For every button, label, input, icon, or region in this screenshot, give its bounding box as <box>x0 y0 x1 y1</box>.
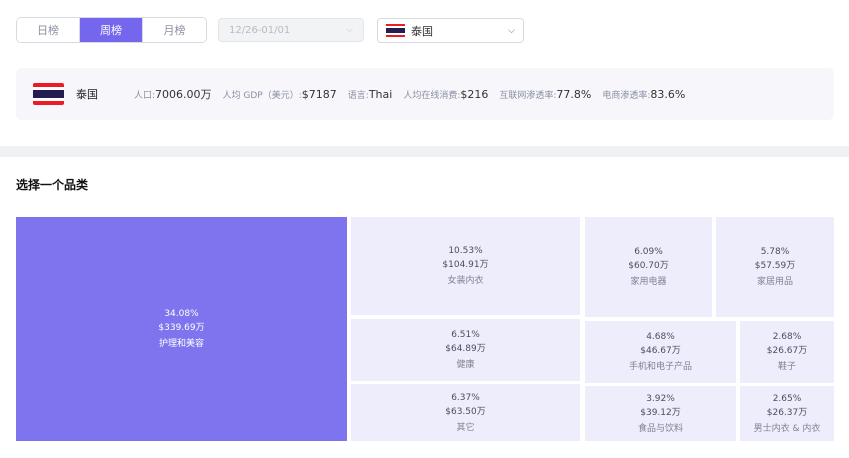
tile-value: $104.91万 <box>442 260 489 270</box>
tile-percent: 2.65% <box>772 393 802 404</box>
tile-percent: 3.92% <box>646 393 675 404</box>
tab-daily[interactable]: 日榜 <box>17 18 80 42</box>
stat-label: 语言: <box>347 90 369 101</box>
stat-value: $7187 <box>301 87 337 101</box>
tile-percent: 34.08% <box>164 309 199 319</box>
tile-category: 健康 <box>456 360 475 370</box>
tile-category: 女装内衣 <box>447 276 484 286</box>
section-divider <box>0 146 849 157</box>
tile-value: $26.67万 <box>766 346 808 356</box>
thailand-flag-icon <box>386 24 405 37</box>
treemap-tile-electronics[interactable]: 4.68% $46.67万 手机和电子产品 <box>585 321 736 383</box>
tile-value: $64.89万 <box>445 344 486 354</box>
stat-label: 电商渗透率: <box>602 90 651 101</box>
stat-language: 语言:Thai <box>348 88 393 101</box>
stat-internet-penetration: 互联网渗透率:77.8% <box>499 88 591 101</box>
tile-percent: 4.68% <box>646 332 675 342</box>
tab-weekly[interactable]: 周榜 <box>80 18 143 42</box>
tile-value: $60.70万 <box>628 261 669 271</box>
country-name: 泰国 <box>76 88 98 101</box>
tile-value: $63.50万 <box>445 406 486 417</box>
stat-value: $216 <box>460 87 489 101</box>
treemap-tile-food-beverage[interactable]: 3.92% $39.12万 食品与饮料 <box>585 386 736 441</box>
tile-category: 男士内衣 & 内衣 <box>753 423 821 434</box>
date-range-value: 12/26-01/01 <box>229 24 291 36</box>
treemap-tile-health[interactable]: 6.51% $64.89万 健康 <box>351 319 580 381</box>
treemap-tile-womens-clothing[interactable]: 10.53% $104.91万 女装内衣 <box>351 217 580 315</box>
tile-category: 其它 <box>456 422 475 433</box>
tile-category: 食品与饮料 <box>637 423 683 434</box>
chevron-down-icon: ⌵ <box>346 25 353 35</box>
tile-value: $39.12万 <box>640 407 681 418</box>
tile-category: 家用电器 <box>630 277 667 287</box>
treemap-tile-home-goods[interactable]: 5.78% $57.59万 家居用品 <box>716 217 834 317</box>
period-tabs: 日榜 周榜 月榜 <box>16 17 207 43</box>
tile-percent: 6.09% <box>634 247 663 257</box>
stat-label: 人均 GDP（美元）: <box>222 90 302 101</box>
treemap-tile-home-appliances[interactable]: 6.09% $60.70万 家用电器 <box>585 217 712 317</box>
tile-percent: 2.68% <box>772 332 802 342</box>
stat-value: 83.6% <box>650 87 686 101</box>
tile-value: $57.59万 <box>754 261 796 271</box>
tile-category: 鞋子 <box>777 362 796 372</box>
chevron-down-icon: ⌵ <box>508 25 515 36</box>
section-title: 选择一个品类 <box>16 178 89 192</box>
stat-value: 77.8% <box>556 87 592 101</box>
tile-category: 手机和电子产品 <box>628 362 692 372</box>
tile-category: 护理和美容 <box>158 339 204 349</box>
stat-value: 7006.00万 <box>155 88 212 101</box>
tab-monthly[interactable]: 月榜 <box>143 18 206 42</box>
stat-gdp-per-capita: 人均 GDP（美元）:$7187 <box>223 88 337 101</box>
stat-label: 互联网渗透率: <box>499 90 557 101</box>
tile-value: $339.69万 <box>158 323 205 333</box>
stat-label: 人口: <box>134 91 156 101</box>
stat-value: Thai <box>368 87 393 101</box>
country-info-card: 泰国 人口:7006.00万 人均 GDP（美元）:$7187 语言:Thai … <box>16 68 834 120</box>
treemap-tile-shoes[interactable]: 2.68% $26.67万 鞋子 <box>740 321 834 383</box>
tile-category: 家居用品 <box>756 277 793 287</box>
stat-online-spend: 人均在线消费:$216 <box>403 88 488 101</box>
treemap-tile-beauty[interactable]: 34.08% $339.69万 护理和美容 <box>16 217 347 441</box>
tile-percent: 6.37% <box>451 392 480 403</box>
stat-population: 人口:7006.00万 <box>134 86 212 102</box>
tile-value: $46.67万 <box>640 346 681 356</box>
tile-value: $26.37万 <box>766 407 808 418</box>
country-select[interactable]: 泰国 ⌵ <box>377 18 524 43</box>
treemap-tile-other[interactable]: 6.37% $63.50万 其它 <box>351 384 580 441</box>
stat-ecommerce-penetration: 电商渗透率:83.6% <box>602 88 685 101</box>
tile-percent: 5.78% <box>760 247 790 257</box>
tile-percent: 10.53% <box>448 246 483 256</box>
country-select-value: 泰国 <box>411 24 433 38</box>
stat-label: 人均在线消费: <box>403 90 461 101</box>
treemap-tile-mens-underwear[interactable]: 2.65% $26.37万 男士内衣 & 内衣 <box>740 386 834 441</box>
thailand-flag-icon <box>33 83 64 105</box>
tile-percent: 6.51% <box>451 330 480 340</box>
date-range-select[interactable]: 12/26-01/01 ⌵ <box>218 18 364 42</box>
